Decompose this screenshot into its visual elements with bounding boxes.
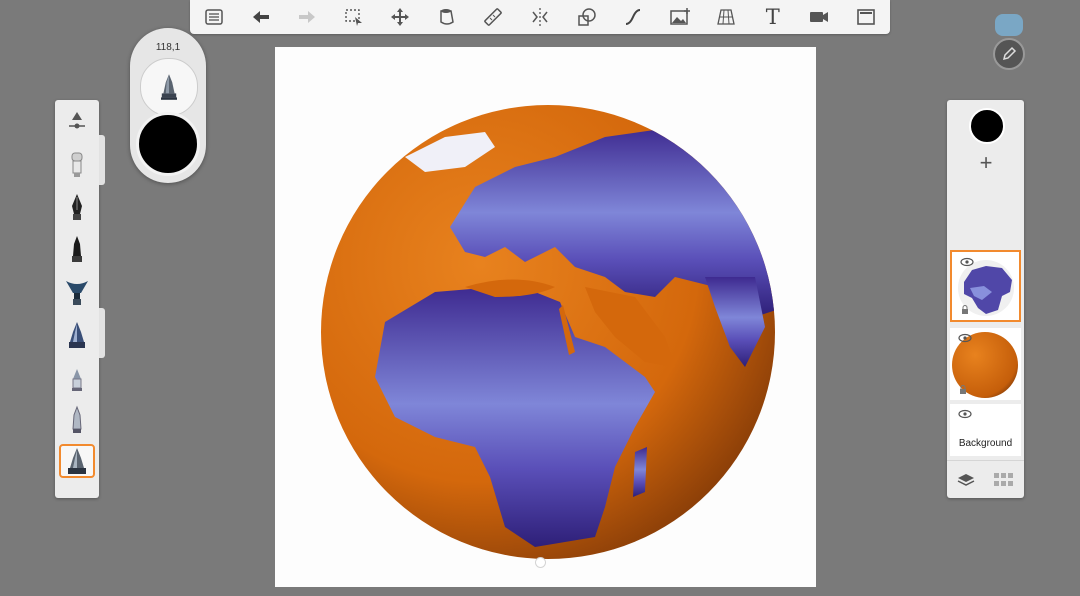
layers-footer <box>947 460 1024 499</box>
layer-stack-icon[interactable] <box>957 472 975 488</box>
eye-icon[interactable] <box>958 333 972 343</box>
earth-artwork <box>321 105 775 559</box>
curve-icon[interactable] <box>619 3 647 31</box>
pencil-icon <box>1002 46 1017 61</box>
top-toolbar: T <box>190 0 890 34</box>
shapes-icon[interactable] <box>573 3 601 31</box>
pencil-icon[interactable] <box>59 361 95 395</box>
undo-icon[interactable] <box>247 3 275 31</box>
pencil-button[interactable] <box>993 38 1025 70</box>
brush-preview-puck[interactable]: 118,1 <box>130 28 206 183</box>
marker-icon[interactable] <box>59 232 95 266</box>
brush-preview <box>140 58 198 116</box>
brush-preview-icon <box>161 74 177 100</box>
brush-settings-icon[interactable] <box>59 104 95 138</box>
lock-icon[interactable] <box>959 385 967 394</box>
layers-panel: + Background <box>947 100 1024 498</box>
brush-library-panel <box>55 100 99 498</box>
drawing-canvas[interactable] <box>275 47 816 587</box>
selection-icon[interactable] <box>340 3 368 31</box>
floating-widget[interactable] <box>993 14 1025 70</box>
move-icon[interactable] <box>386 3 414 31</box>
ruler-icon[interactable] <box>479 3 507 31</box>
hard-pencil-icon[interactable] <box>59 403 95 437</box>
eye-icon[interactable] <box>960 257 974 267</box>
text-icon[interactable]: T <box>759 3 787 31</box>
airbrush-icon[interactable] <box>59 147 95 181</box>
grid-view-icon[interactable] <box>994 473 1014 487</box>
layers-list-icon[interactable] <box>200 3 228 31</box>
lock-icon[interactable] <box>961 305 969 314</box>
canvas-center-handle[interactable] <box>535 557 546 568</box>
layer-earth-purple[interactable] <box>950 250 1021 322</box>
fill-icon[interactable] <box>433 3 461 31</box>
fullscreen-icon[interactable] <box>852 3 880 31</box>
redo-icon[interactable] <box>293 3 321 31</box>
brush-color-swatch[interactable] <box>136 112 200 176</box>
opacity-slider-tab[interactable] <box>99 308 105 358</box>
text-tool-label: T <box>765 5 780 29</box>
background-layer-label: Background <box>958 438 1013 449</box>
layer-earth-orange[interactable] <box>950 328 1021 400</box>
brush-size-value: 118,1 <box>155 42 181 53</box>
perspective-icon[interactable] <box>712 3 740 31</box>
pen-nib-icon[interactable] <box>59 190 95 224</box>
ink-brush-icon[interactable] <box>59 318 95 352</box>
eye-icon[interactable] <box>958 409 972 419</box>
current-color-swatch[interactable] <box>969 108 1005 144</box>
video-icon[interactable] <box>805 3 833 31</box>
widget-badge <box>995 14 1023 36</box>
add-layer-button[interactable]: + <box>973 150 999 176</box>
paint-brush-icon[interactable] <box>59 275 95 309</box>
size-slider-tab[interactable] <box>99 135 105 185</box>
symmetry-icon[interactable] <box>526 3 554 31</box>
image-icon[interactable] <box>666 3 694 31</box>
selected-brush-icon[interactable] <box>59 444 95 478</box>
